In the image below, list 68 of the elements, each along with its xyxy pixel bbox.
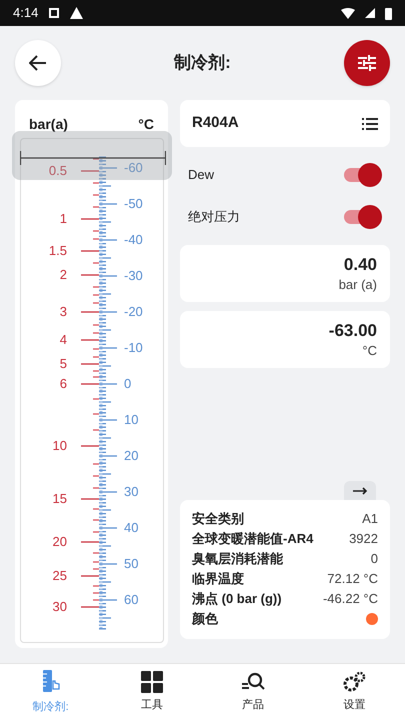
temperature-label: -20: [124, 305, 143, 319]
property-label: 临界温度: [192, 570, 244, 588]
pressure-label: 1: [60, 212, 67, 226]
property-value: 72.12 °C: [327, 570, 378, 588]
pressure-label: 30: [52, 600, 67, 614]
property-value: A1: [362, 510, 378, 528]
refrigerant-name: R404A: [192, 113, 239, 134]
back-arrow-icon: [29, 55, 47, 71]
reading-value: -63.00: [328, 320, 377, 342]
property-value: -46.22 °C: [322, 590, 378, 608]
reading-value: 0.40: [344, 254, 377, 276]
warning-icon: [70, 7, 84, 19]
pressure-label: 3: [60, 305, 67, 319]
property-label: 安全类别: [192, 510, 244, 528]
ruler-hand-icon: [40, 668, 61, 695]
temperature-label: 60: [124, 593, 138, 607]
pressure-label: 15: [52, 492, 67, 506]
pressure-label: 10: [52, 439, 67, 453]
temperature-label: 0: [124, 377, 132, 391]
sliders-icon: [358, 55, 376, 71]
list-icon: [362, 118, 378, 130]
pressure-label: 6: [60, 377, 67, 391]
wifi-icon: [341, 8, 355, 18]
gears-icon: [342, 670, 366, 693]
status-time: 4:14: [13, 4, 38, 22]
battery-icon: [385, 6, 392, 20]
temperature-unit: °C: [138, 115, 154, 134]
temperature-label: -40: [124, 233, 143, 247]
temperature-label: -30: [124, 269, 143, 283]
temperature-label: -10: [124, 341, 143, 355]
temperature-label: 10: [124, 413, 138, 427]
pressure-label: 0.5: [48, 164, 67, 178]
nav-tab[interactable]: 产品: [202, 664, 304, 720]
property-label: 臭氧层消耗潜能: [192, 550, 283, 568]
property-label: 颜色: [192, 610, 218, 628]
toggle-label: Dew: [188, 166, 214, 184]
cursor-overlay[interactable]: [12, 131, 172, 180]
temperature-label: 50: [124, 557, 138, 571]
pressure-label: 4: [60, 333, 67, 347]
pressure-label: 25: [52, 569, 67, 583]
pressure-label: 2: [60, 268, 67, 282]
back-button[interactable]: [15, 40, 61, 86]
property-value: 3922: [349, 530, 378, 548]
settings-button[interactable]: [344, 40, 390, 86]
property-label: 全球变暖潜能值-AR4: [192, 530, 314, 548]
pressure-label: 1.5: [48, 244, 67, 258]
toggle-label: 绝对压力: [188, 208, 240, 226]
property-value: 0: [370, 550, 378, 568]
temperature-label: 30: [124, 485, 138, 499]
temperature-label: -50: [124, 197, 143, 211]
reading-unit: bar (a): [338, 276, 377, 294]
nav-tab[interactable]: 设置: [304, 664, 405, 720]
pressure-unit: bar(a): [29, 115, 68, 134]
grid-icon: [140, 670, 163, 693]
right-arrow-icon: [352, 486, 368, 494]
arrow-tab-button[interactable]: [344, 481, 376, 500]
temperature-label: -60: [124, 161, 143, 175]
notification-icon: [48, 7, 60, 19]
signal-icon: [365, 8, 375, 18]
page-title: 制冷剂:: [174, 52, 231, 74]
property-label: 沸点 (0 bar (g)): [192, 590, 282, 608]
temperature-label: 40: [124, 521, 138, 535]
pressure-label: 20: [52, 535, 67, 549]
nav-tab[interactable]: 工具: [101, 664, 202, 720]
reading-unit: °C: [362, 342, 377, 360]
pressure-label: 5: [60, 357, 67, 371]
refrigerant-selector[interactable]: R404A: [180, 100, 390, 147]
temperature-label: 20: [124, 449, 138, 463]
